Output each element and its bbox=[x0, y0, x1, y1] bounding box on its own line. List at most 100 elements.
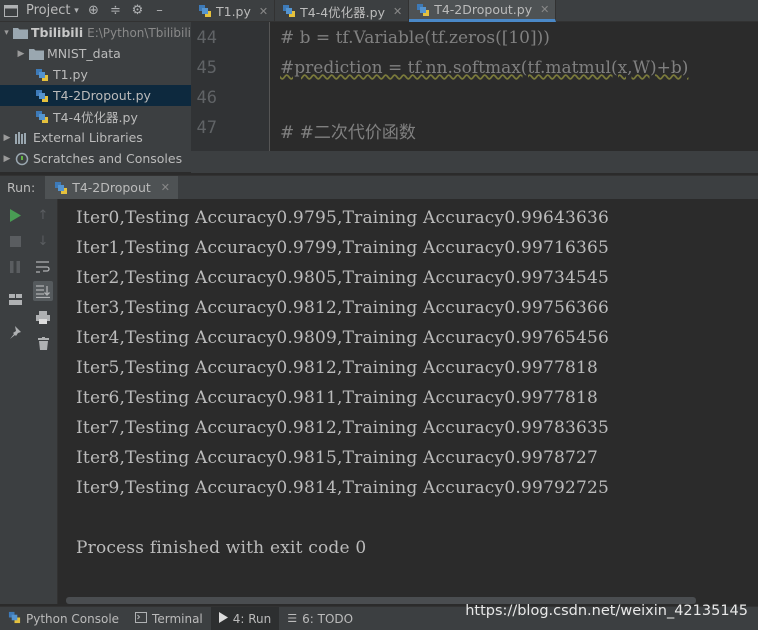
root-folder-label: Tbilibili bbox=[30, 25, 84, 40]
tab-label: T4-4优化器.py bbox=[300, 4, 385, 20]
up-arrow-icon[interactable]: ↑ bbox=[33, 205, 53, 225]
tree-item-label: T1.py bbox=[53, 67, 88, 82]
pin-icon[interactable] bbox=[5, 322, 25, 342]
todo-icon: ☰ bbox=[287, 612, 298, 625]
watermark: https://blog.csdn.net/weixin_42135145 bbox=[465, 603, 748, 619]
code-editor[interactable]: 44 45 46 47 # b = tf.Variable(tf.zeros([… bbox=[191, 22, 758, 173]
tab-label: T4-2Dropout.py bbox=[434, 2, 533, 17]
trash-icon[interactable] bbox=[33, 333, 53, 353]
line-number: 46 bbox=[196, 88, 217, 108]
folder-icon bbox=[28, 47, 44, 61]
tree-item-t4-4[interactable]: T4-4优化器.py bbox=[0, 106, 191, 127]
root-folder-path: E:\Python\Tbilibili bbox=[87, 25, 191, 40]
tree-item-label: T4-4优化器.py bbox=[53, 110, 138, 125]
console-line: Iter9,Testing Accuracy0.9814,Training Ac… bbox=[76, 478, 610, 498]
console-line: Iter5,Testing Accuracy0.9812,Training Ac… bbox=[76, 358, 599, 378]
run-toolbar: ↑ ↓ bbox=[0, 199, 58, 604]
code-line[interactable]: #prediction = tf.nn.softmax(tf.matmul(x,… bbox=[280, 58, 688, 78]
run-panel-header: Run: T4-2Dropout ✕ bbox=[0, 175, 758, 200]
tab-label: Python Console bbox=[26, 611, 120, 626]
tab-label: Terminal bbox=[152, 611, 203, 626]
console-line: Iter3,Testing Accuracy0.9812,Training Ac… bbox=[76, 298, 610, 318]
close-icon[interactable]: ✕ bbox=[393, 5, 402, 18]
tree-item-t1[interactable]: T1.py bbox=[0, 64, 191, 85]
console-line: Iter2,Testing Accuracy0.9805,Training Ac… bbox=[76, 268, 610, 288]
project-panel-header: Project ▾ ⊕ ≑ ⚙ – bbox=[0, 0, 191, 22]
editor-horizontal-scrollbar[interactable] bbox=[191, 151, 758, 173]
tab-label: T1.py bbox=[216, 3, 251, 19]
pause-icon[interactable] bbox=[5, 257, 25, 277]
run-tab[interactable]: T4-2Dropout ✕ bbox=[45, 175, 179, 200]
console-line: Iter6,Testing Accuracy0.9811,Training Ac… bbox=[76, 388, 599, 408]
hide-icon[interactable]: – bbox=[148, 0, 170, 22]
python-file-icon bbox=[34, 68, 50, 82]
gear-icon[interactable]: ⚙ bbox=[126, 0, 148, 22]
tree-item-mnist-data[interactable]: ▶ MNIST_data bbox=[0, 43, 191, 64]
tab-python-console[interactable]: Python Console bbox=[0, 607, 127, 630]
code-line[interactable]: # #二次代价函数 bbox=[280, 118, 416, 143]
tab-run[interactable]: 4: Run bbox=[210, 606, 280, 630]
line-number: 47 bbox=[196, 118, 217, 138]
console-line: Iter7,Testing Accuracy0.9812,Training Ac… bbox=[76, 418, 610, 438]
tab-label: 4: Run bbox=[232, 611, 272, 626]
run-icon bbox=[218, 611, 228, 626]
top-area: Project ▾ ⊕ ≑ ⚙ – ▾ Tbilibili E:\Python\… bbox=[0, 0, 758, 173]
folder-icon bbox=[12, 26, 28, 40]
tab-terminal[interactable]: Terminal bbox=[127, 607, 211, 630]
tab-t1[interactable]: T1.py ✕ bbox=[191, 0, 276, 22]
run-console[interactable]: Iter0,Testing Accuracy0.9795,Training Ac… bbox=[58, 199, 758, 604]
python-file-icon bbox=[34, 110, 50, 124]
dropdown-arrow-icon[interactable]: ▾ bbox=[70, 0, 82, 22]
python-file-icon bbox=[197, 4, 213, 18]
collapse-all-icon[interactable]: ≑ bbox=[104, 0, 126, 22]
python-file-icon bbox=[34, 89, 50, 103]
soft-wrap-icon[interactable] bbox=[33, 257, 53, 277]
tree-item-label: T4-2Dropout.py bbox=[53, 88, 151, 103]
stop-icon[interactable] bbox=[5, 231, 25, 251]
editor-tabs: T1.py ✕ T4-4优化器.py ✕ T4-2Dropout.py ✕ bbox=[191, 0, 758, 22]
tab-t4-2dropout[interactable]: T4-2Dropout.py ✕ bbox=[409, 0, 557, 22]
tree-item-label: Scratches and Consoles bbox=[33, 151, 183, 166]
collapse-arrow-icon[interactable]: ▶ bbox=[0, 154, 14, 164]
tree-item-label: MNIST_data bbox=[47, 46, 121, 61]
close-icon[interactable]: ✕ bbox=[161, 181, 170, 194]
tab-todo[interactable]: ☰ 6: TODO bbox=[279, 607, 361, 630]
line-number: 45 bbox=[196, 58, 217, 78]
tree-item-label: External Libraries bbox=[33, 130, 143, 145]
python-file-icon bbox=[415, 3, 431, 17]
console-line: Iter4,Testing Accuracy0.9809,Training Ac… bbox=[76, 328, 610, 348]
code-line[interactable]: # b = tf.Variable(tf.zeros([10])) bbox=[280, 28, 550, 48]
tree-item-external-libraries[interactable]: ▶ External Libraries bbox=[0, 127, 191, 148]
scroll-to-end-icon[interactable] bbox=[33, 281, 53, 301]
layout-icon[interactable] bbox=[5, 289, 25, 309]
close-icon[interactable]: ✕ bbox=[259, 5, 268, 18]
down-arrow-icon[interactable]: ↓ bbox=[33, 231, 53, 251]
collapse-arrow-icon[interactable]: ▶ bbox=[14, 49, 28, 59]
terminal-icon bbox=[135, 611, 148, 626]
tab-t4-4[interactable]: T4-4优化器.py ✕ bbox=[275, 0, 410, 22]
console-line: Iter1,Testing Accuracy0.9799,Training Ac… bbox=[76, 238, 610, 258]
project-icon[interactable] bbox=[0, 0, 22, 22]
tree-item-t4-2dropout[interactable]: T4-2Dropout.py bbox=[0, 85, 191, 106]
tree-item-scratches[interactable]: ▶ Scratches and Consoles bbox=[0, 148, 191, 169]
tab-label: 6: TODO bbox=[302, 611, 354, 626]
exit-message: Process finished with exit code 0 bbox=[76, 538, 367, 558]
console-line: Iter0,Testing Accuracy0.9795,Training Ac… bbox=[76, 208, 610, 228]
project-tree: ▾ Tbilibili E:\Python\Tbilibili ▶ MNIST_… bbox=[0, 22, 191, 172]
python-file-icon bbox=[53, 181, 69, 195]
tree-item-root[interactable]: ▾ Tbilibili E:\Python\Tbilibili bbox=[0, 22, 191, 43]
close-icon[interactable]: ✕ bbox=[540, 3, 549, 16]
project-panel-title[interactable]: Project bbox=[26, 3, 70, 18]
collapse-arrow-icon[interactable]: ▶ bbox=[0, 133, 14, 143]
python-console-icon bbox=[8, 611, 21, 627]
print-icon[interactable] bbox=[33, 307, 53, 327]
run-label: Run: bbox=[7, 180, 36, 195]
run-tab-label: T4-2Dropout bbox=[72, 180, 151, 195]
library-icon bbox=[14, 131, 30, 145]
expand-arrow-icon[interactable]: ▾ bbox=[0, 28, 13, 38]
target-icon[interactable]: ⊕ bbox=[82, 0, 104, 22]
line-number: 44 bbox=[196, 28, 217, 48]
line-gutter: 44 45 46 47 bbox=[191, 22, 270, 151]
python-file-icon bbox=[281, 4, 297, 18]
run-icon[interactable] bbox=[5, 205, 25, 225]
